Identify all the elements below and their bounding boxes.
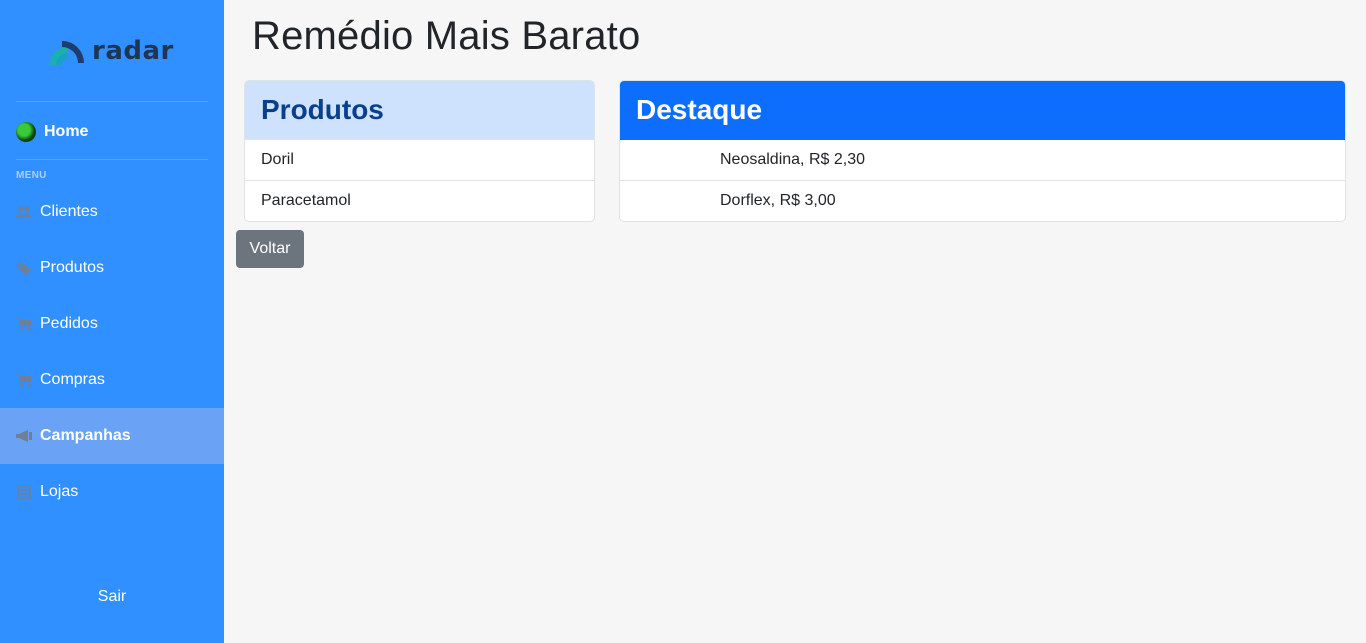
brand-name: radar <box>92 36 174 66</box>
globe-icon <box>16 122 36 142</box>
sidebar-divider <box>16 159 208 160</box>
tag-icon <box>16 261 32 275</box>
brand-logo[interactable]: radar <box>48 36 174 66</box>
sidebar-item-label: Lojas <box>40 483 79 500</box>
sidebar-item-campanhas[interactable]: Campanhas <box>0 408 224 464</box>
destaque-card-header: Destaque <box>620 81 1345 140</box>
produtos-card: Produtos Doril Paracetamol <box>244 80 595 222</box>
sidebar-menu-heading: MENU <box>16 170 47 181</box>
sidebar: radar Home MENU Clientes Produtos Pedido… <box>0 0 224 643</box>
sidebar-item-lojas[interactable]: Lojas <box>0 464 224 520</box>
sidebar-item-label: Pedidos <box>40 315 98 332</box>
megaphone-icon <box>16 429 32 443</box>
sidebar-item-home[interactable]: Home <box>16 120 88 144</box>
sidebar-item-label: Home <box>44 123 89 140</box>
sidebar-item-clientes[interactable]: Clientes <box>0 184 224 240</box>
produtos-card-header: Produtos <box>245 81 594 140</box>
sidebar-item-pedidos[interactable]: Pedidos <box>0 296 224 352</box>
sidebar-item-label: Produtos <box>40 259 105 276</box>
store-icon <box>16 485 32 499</box>
sidebar-item-label: Clientes <box>40 203 98 220</box>
sidebar-item-label: Compras <box>40 371 105 388</box>
radar-logo-icon <box>50 41 84 65</box>
list-item[interactable]: Dorflex, R$ 3,00 <box>620 181 1345 221</box>
list-item[interactable]: Neosaldina, R$ 2,30 <box>620 140 1345 181</box>
logout-link[interactable]: Sair <box>0 588 224 606</box>
cart-icon <box>16 317 32 331</box>
sidebar-item-label: Campanhas <box>40 427 131 444</box>
sidebar-item-produtos[interactable]: Produtos <box>0 240 224 296</box>
sidebar-nav: Clientes Produtos Pedidos Compras Campan… <box>0 184 224 520</box>
sidebar-divider <box>16 101 208 102</box>
destaque-card: Destaque Neosaldina, R$ 2,30 Dorflex, R$… <box>619 80 1346 222</box>
back-button[interactable]: Voltar <box>236 230 304 268</box>
page-title: Remédio Mais Barato <box>252 14 641 58</box>
list-item[interactable]: Doril <box>245 140 594 181</box>
cart-icon <box>16 373 32 387</box>
list-item[interactable]: Paracetamol <box>245 181 594 221</box>
sidebar-item-compras[interactable]: Compras <box>0 352 224 408</box>
users-icon <box>16 205 32 219</box>
